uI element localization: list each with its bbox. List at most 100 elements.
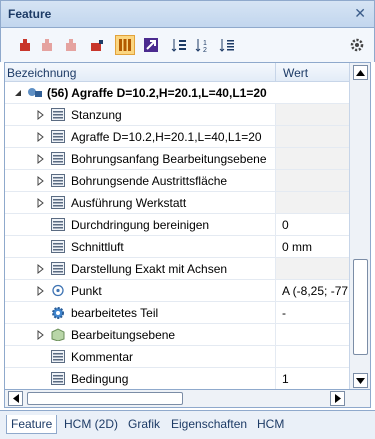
- svg-text:1: 1: [203, 40, 207, 47]
- column-header-name[interactable]: Bezeichnung: [7, 66, 76, 80]
- collapsed-arrow-icon[interactable]: [35, 285, 45, 297]
- row-label: Agraffe D=10.2,H=20.1,L=40,L1=20: [71, 130, 262, 144]
- vertical-scroll-thumb[interactable]: [353, 259, 368, 355]
- tab-hcm[interactable]: HCM: [253, 415, 288, 434]
- scroll-right-icon[interactable]: [330, 391, 345, 406]
- row-value: 0 mm: [282, 240, 312, 254]
- collapsed-arrow-icon[interactable]: [35, 131, 45, 143]
- collapsed-arrow-icon[interactable]: [35, 197, 45, 209]
- sort-12-icon[interactable]: 12: [193, 35, 213, 55]
- feature-red-1-icon[interactable]: [15, 35, 35, 55]
- processed-part-gear-icon: [51, 306, 65, 319]
- property-list-icon: [51, 152, 65, 165]
- column-header-value[interactable]: Wert: [283, 66, 308, 80]
- property-list-icon: [51, 108, 65, 121]
- row-label: Bohrungsende Austrittsfläche: [71, 174, 228, 188]
- property-list-icon: [51, 130, 65, 143]
- vertical-scrollbar[interactable]: [349, 63, 370, 389]
- bottom-tab-bar: Feature HCM (2D) Grafik Eigenschaften HC…: [0, 410, 375, 439]
- arrow-select-icon[interactable]: [141, 35, 161, 55]
- row-label: bearbeitetes Teil: [71, 306, 159, 320]
- value-cell[interactable]: [275, 258, 349, 279]
- row-value: A (-8,25; -77;: [282, 284, 352, 298]
- collapsed-arrow-icon[interactable]: [35, 329, 45, 341]
- row-label: Bohrungsanfang Bearbeitungsebene: [71, 152, 267, 166]
- row-label: Durchdringung bereinigen: [71, 218, 210, 232]
- row-label: Bedingung: [71, 372, 129, 386]
- property-list-icon: [51, 372, 65, 385]
- table-row[interactable]: Schnittluft 0 mm: [5, 236, 349, 258]
- value-cell[interactable]: [275, 324, 349, 345]
- row-label: Kommentar: [71, 350, 134, 364]
- row-label: Stanzung: [71, 108, 122, 122]
- value-cell[interactable]: 1: [275, 368, 349, 389]
- feature-red-4-icon[interactable]: [87, 35, 107, 55]
- row-label: Bearbeitungsebene: [71, 328, 176, 342]
- collapsed-arrow-icon[interactable]: [35, 263, 45, 275]
- collapsed-arrow-icon[interactable]: [35, 153, 45, 165]
- window-titlebar: Feature ✕: [0, 0, 375, 28]
- scroll-down-icon[interactable]: [353, 373, 368, 388]
- collapsed-arrow-icon[interactable]: [35, 109, 45, 121]
- window-title: Feature: [8, 7, 52, 21]
- table-row[interactable]: Punkt A (-8,25; -77;: [5, 280, 351, 302]
- value-cell[interactable]: [275, 148, 349, 169]
- feature-red-2-icon[interactable]: [37, 35, 57, 55]
- value-cell[interactable]: 0: [275, 214, 349, 235]
- collapsed-arrow-icon[interactable]: [35, 175, 45, 187]
- expanded-arrow-icon[interactable]: [13, 87, 23, 99]
- table-row[interactable]: Stanzung: [5, 104, 349, 126]
- tab-hcm-2d[interactable]: HCM (2D): [60, 415, 122, 434]
- tab-grafik[interactable]: Grafik: [124, 415, 164, 434]
- row-label: Ausführung Werkstatt: [71, 196, 187, 210]
- value-cell[interactable]: [275, 192, 349, 213]
- property-list-icon: [51, 350, 65, 363]
- scroll-up-icon[interactable]: [353, 65, 368, 80]
- value-cell[interactable]: [275, 346, 349, 367]
- table-row[interactable]: (56) Agraffe D=10.2,H=20.1,L=40,L1=20: [5, 82, 349, 104]
- scroll-left-icon[interactable]: [8, 391, 23, 406]
- gear-icon[interactable]: [347, 35, 367, 55]
- value-cell[interactable]: 0 mm: [275, 236, 349, 257]
- toolbar: 12: [0, 28, 375, 62]
- grid-toggle-icon[interactable]: [115, 35, 135, 55]
- horizontal-scroll-thumb[interactable]: [27, 392, 183, 405]
- sort-list-icon[interactable]: [217, 35, 237, 55]
- property-list-icon: [51, 196, 65, 209]
- table-row[interactable]: Kommentar: [5, 346, 349, 368]
- table-row[interactable]: Darstellung Exakt mit Achsen: [5, 258, 349, 280]
- horizontal-scrollbar[interactable]: [4, 390, 371, 408]
- row-label: Schnittluft: [71, 240, 124, 254]
- sort-1-icon[interactable]: [169, 35, 189, 55]
- row-label: (56) Agraffe D=10.2,H=20.1,L=40,L1=20: [47, 86, 267, 100]
- value-cell[interactable]: -: [275, 302, 349, 323]
- tab-feature[interactable]: Feature: [6, 415, 58, 434]
- point-icon: [51, 284, 65, 297]
- table-row[interactable]: Durchdringung bereinigen 0: [5, 214, 349, 236]
- value-cell[interactable]: [275, 126, 349, 147]
- property-list-icon: [51, 218, 65, 231]
- property-list-icon: [51, 262, 65, 275]
- column-divider[interactable]: [275, 63, 276, 82]
- svg-text:2: 2: [203, 47, 207, 53]
- property-list-icon: [51, 174, 65, 187]
- row-label: Darstellung Exakt mit Achsen: [71, 262, 228, 276]
- property-grid: Bezeichnung Wert (56) Agraffe D=10.2,H=2…: [4, 62, 371, 390]
- value-cell[interactable]: A (-8,25; -77;: [275, 280, 351, 301]
- value-cell[interactable]: [275, 104, 349, 125]
- table-row[interactable]: Bearbeitungsebene: [5, 324, 349, 346]
- table-row[interactable]: Bohrungsanfang Bearbeitungsebene: [5, 148, 349, 170]
- table-row[interactable]: bearbeitetes Teil -: [5, 302, 349, 324]
- close-icon[interactable]: ✕: [354, 5, 366, 22]
- row-value: -: [282, 306, 286, 320]
- table-row[interactable]: Bohrungsende Austrittsfläche: [5, 170, 349, 192]
- value-cell[interactable]: [275, 170, 349, 191]
- grid-header: Bezeichnung Wert: [5, 63, 349, 82]
- feature-red-3-icon[interactable]: [61, 35, 81, 55]
- property-list-icon: [51, 240, 65, 253]
- table-row[interactable]: Agraffe D=10.2,H=20.1,L=40,L1=20: [5, 126, 349, 148]
- table-row[interactable]: Bedingung 1: [5, 368, 349, 389]
- table-row[interactable]: Ausführung Werkstatt: [5, 192, 349, 214]
- tab-eigenschaften[interactable]: Eigenschaften: [167, 415, 251, 434]
- machining-plane-icon: [51, 328, 65, 342]
